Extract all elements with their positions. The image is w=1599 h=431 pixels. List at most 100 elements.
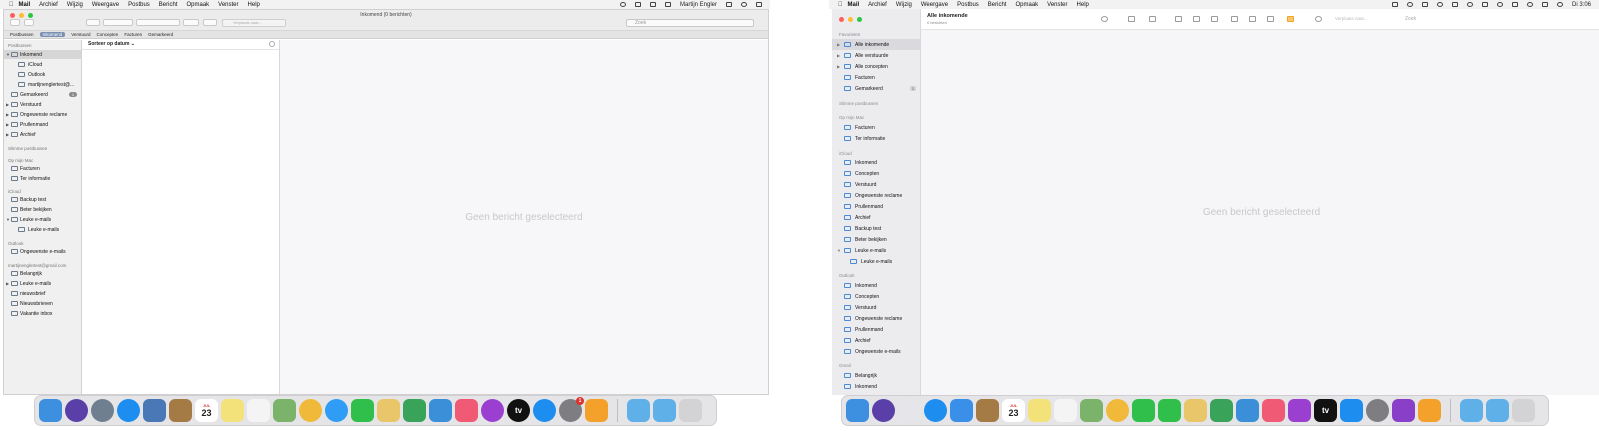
flag-icon[interactable] xyxy=(1287,16,1294,22)
sidebar-item-ic-backup[interactable]: Backup test xyxy=(832,223,920,234)
sidebar-item-nieuwsbrief[interactable]: nieuwsbrief xyxy=(4,289,81,298)
finder-icon[interactable] xyxy=(39,399,62,422)
sidebar-item-facturen[interactable]: Facturen xyxy=(832,72,920,83)
siri-icon[interactable] xyxy=(65,399,88,422)
contacts-icon[interactable] xyxy=(976,399,999,422)
keynote-icon[interactable] xyxy=(1236,399,1259,422)
sidebar-item-ic-ongewenste[interactable]: Ongewenste reclame xyxy=(832,190,920,201)
sidebar-item-vakantie[interactable]: Vakantie inbox xyxy=(4,309,81,318)
sidebar-item-ol-inkomend[interactable]: Inkomend xyxy=(832,280,920,291)
sidebar-item-leuke2[interactable]: ▶ Leuke e-mails xyxy=(4,279,81,288)
trash-icon[interactable] xyxy=(1193,16,1200,22)
reply-all-icon[interactable] xyxy=(1249,16,1256,22)
sidebar-item-ic-archief[interactable]: Archief xyxy=(832,212,920,223)
sidebar-item-alle-verstuurde[interactable]: ▶ Alle verstuurde xyxy=(832,50,920,61)
control-center-icon[interactable] xyxy=(1541,2,1548,7)
wifi-icon[interactable] xyxy=(1511,2,1518,7)
sidebar-item-outlook[interactable]: Outlook xyxy=(4,70,81,79)
mail-stamp-icon[interactable] xyxy=(143,399,166,422)
filter-icon[interactable] xyxy=(269,41,275,47)
sidebar-item-verstuurd[interactable]: ▶ Verstuurd xyxy=(4,100,81,109)
menu-help[interactable]: Help xyxy=(248,2,260,8)
timemachine-icon[interactable] xyxy=(1436,2,1443,7)
facetime-icon[interactable] xyxy=(1158,399,1181,422)
folder-icon[interactable] xyxy=(627,399,650,422)
menu-bericht[interactable]: Bericht xyxy=(988,2,1007,8)
appletv-icon[interactable]: tv xyxy=(507,399,530,422)
mute-button[interactable] xyxy=(203,19,217,26)
launchpad-icon[interactable] xyxy=(898,399,921,422)
messages-icon[interactable] xyxy=(325,399,348,422)
podcasts-icon[interactable] xyxy=(481,399,504,422)
fav-gemarkeerd[interactable]: Gemarkeerd xyxy=(148,32,173,37)
sidebar-item-ol-archief[interactable]: Archief xyxy=(832,335,920,346)
sidebar-item-ic-beter[interactable]: Beter bekijken xyxy=(832,234,920,245)
toolbox-icon[interactable] xyxy=(1418,399,1441,422)
spotlight-icon[interactable] xyxy=(1526,2,1533,7)
minimize-button[interactable] xyxy=(848,17,853,22)
close-button[interactable] xyxy=(839,17,844,22)
sort-menu[interactable]: Sorteer op datum ⌄ xyxy=(88,41,135,47)
sidebar-item-ic-leuke[interactable]: ▼ Leuke e-mails xyxy=(832,245,920,256)
sidebar-item-ic-inkomend[interactable]: Inkomend xyxy=(832,157,920,168)
maps-icon[interactable] xyxy=(1080,399,1103,422)
fav-verstuurd[interactable]: Verstuurd xyxy=(71,32,90,37)
sidebar-item-alle-inkomende[interactable]: ▶ Alle inkomende xyxy=(832,39,920,50)
sidebar-item-inkomend[interactable]: ▼ Inkomend xyxy=(4,50,81,59)
notes-icon[interactable] xyxy=(221,399,244,422)
sidebar-item-archief[interactable]: ▶ Archief xyxy=(4,130,81,139)
sidebar-item-nieuwsbrieven[interactable]: Nieuwsbrieven xyxy=(4,299,81,308)
podcasts-icon[interactable] xyxy=(1288,399,1311,422)
sidebar-item-ol-prullenmand[interactable]: Prullenmand xyxy=(832,324,920,335)
sidebar-item-prullenmand[interactable]: ▶ Prullenmand xyxy=(4,120,81,129)
flag-button[interactable] xyxy=(183,19,199,26)
sidebar-item-gm-inkomend[interactable]: Inkomend xyxy=(832,381,920,392)
sidebar-item-ongewenste[interactable]: ▶ Ongewenste reclame xyxy=(4,110,81,119)
messages-icon[interactable] xyxy=(1132,399,1155,422)
sidebar-item-mac-facturen[interactable]: Facturen xyxy=(832,122,920,133)
airplay-status-icon[interactable] xyxy=(726,2,732,7)
spotlight-icon[interactable] xyxy=(741,2,747,7)
clock[interactable]: Di 3:06 xyxy=(1572,2,1591,8)
safari-icon[interactable] xyxy=(117,399,140,422)
numbers-icon[interactable] xyxy=(403,399,426,422)
bluetooth-icon[interactable] xyxy=(1481,2,1488,7)
menu-bericht[interactable]: Bericht xyxy=(159,2,178,8)
sidebar-item-gm-belangrijk[interactable]: Belangrijk xyxy=(832,370,920,381)
downloads-icon[interactable] xyxy=(1486,399,1509,422)
menu-venster[interactable]: Venster xyxy=(218,2,238,8)
sidebar-item-ol-ongewenste-mail[interactable]: Ongewenste e-mails xyxy=(832,346,920,357)
sidebar-item-leuke[interactable]: ▼ Leuke e-mails xyxy=(4,215,81,224)
volume-status-icon[interactable] xyxy=(649,2,656,7)
reply-icon[interactable] xyxy=(1231,16,1238,22)
trash-icon[interactable] xyxy=(679,399,702,422)
appletv-icon[interactable]: tv xyxy=(1314,399,1337,422)
keynote-icon[interactable] xyxy=(429,399,452,422)
bell-icon[interactable] xyxy=(1315,16,1322,22)
menu-help[interactable]: Help xyxy=(1077,2,1089,8)
sidebar-item-belangrijk[interactable]: Belangrijk xyxy=(4,269,81,278)
calendar-icon[interactable]: JUL 23 xyxy=(195,399,218,422)
trash-icon[interactable] xyxy=(1512,399,1535,422)
contacts-icon[interactable] xyxy=(169,399,192,422)
menu-wijzig[interactable]: Wijzig xyxy=(67,2,83,8)
photos-icon[interactable] xyxy=(1106,399,1129,422)
menu-archief[interactable]: Archief xyxy=(39,2,58,8)
siri-status-icon[interactable] xyxy=(619,2,626,7)
siri-icon[interactable] xyxy=(1556,2,1563,7)
sidebar-item-ic-concepten[interactable]: Concepten xyxy=(832,168,920,179)
siri-icon[interactable] xyxy=(872,399,895,422)
sidebar-item-gemarkeerd[interactable]: Gemarkeerd 1 xyxy=(832,83,920,94)
fav-concepten[interactable]: Concepten xyxy=(97,32,119,37)
folder-icon[interactable] xyxy=(1460,399,1483,422)
camera-status-icon[interactable] xyxy=(1421,2,1428,7)
fav-facturen[interactable]: Facturen xyxy=(124,32,142,37)
fav-inkomend[interactable]: Inkomend xyxy=(39,32,66,37)
compose-icon[interactable] xyxy=(1149,16,1156,22)
sidebar-item-ongewenste-mail[interactable]: Ongewenste e-mails xyxy=(4,247,81,256)
envelope-icon[interactable] xyxy=(1128,16,1135,22)
system-preferences-icon[interactable] xyxy=(1366,399,1389,422)
forward-icon[interactable] xyxy=(1267,16,1274,22)
menu-app[interactable]: Mail xyxy=(19,2,31,8)
sidebar-item-leuke-sub[interactable]: Leuke e-mails xyxy=(4,225,81,234)
